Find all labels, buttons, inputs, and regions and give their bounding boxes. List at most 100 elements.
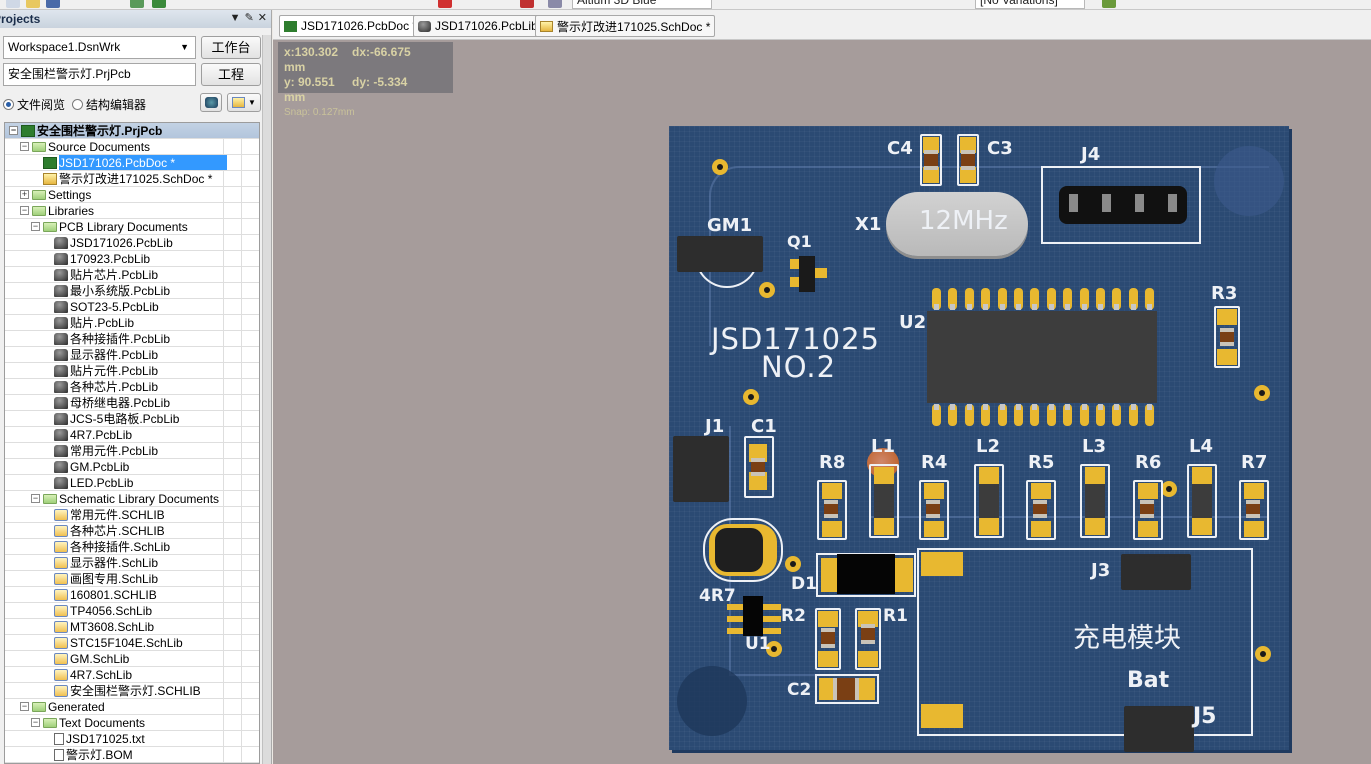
view-config-select[interactable]: Altium 3D Blue	[572, 0, 712, 9]
radio-structure-editor[interactable]: 结构编辑器	[72, 96, 146, 113]
tree-item[interactable]: + Settings	[5, 187, 259, 203]
radio-file-view[interactable]: 文件阅览	[3, 96, 65, 113]
tree-item[interactable]: 母桥继电器.PcbLib	[5, 395, 259, 411]
tab-pcblib[interactable]: JSD171026.PcbLib	[413, 15, 543, 37]
tree-item[interactable]: 常用元件.PcbLib	[5, 443, 259, 459]
tree-item[interactable]: 各种芯片.PcbLib	[5, 379, 259, 395]
transistor-q1[interactable]	[799, 256, 815, 292]
capacitor-c3[interactable]	[957, 134, 979, 186]
tree-item[interactable]: TP4056.SchLib	[5, 603, 259, 619]
workspace-dropdown[interactable]: Workspace1.DsnWrk ▼	[3, 36, 196, 59]
variant-icon[interactable]	[1102, 0, 1116, 8]
led-l1[interactable]	[869, 464, 899, 538]
collapse-icon[interactable]: −	[31, 494, 40, 503]
header-j1[interactable]	[673, 436, 729, 502]
tree-item[interactable]: 贴片芯片.PcbLib	[5, 267, 259, 283]
header-j4[interactable]	[1059, 186, 1187, 224]
tree-item[interactable]: 各种芯片.SCHLIB	[5, 523, 259, 539]
tree-item[interactable]: 最小系统版.PcbLib	[5, 283, 259, 299]
tree-item[interactable]: − 安全围栏警示灯.PrjPcb	[5, 123, 259, 139]
tree-item[interactable]: GM.PcbLib	[5, 459, 259, 475]
tree-item[interactable]: STC15F104E.SchLib	[5, 635, 259, 651]
project-icon[interactable]	[130, 0, 144, 8]
tree-item[interactable]: LED.PcbLib	[5, 475, 259, 491]
resistor-r6[interactable]	[1133, 480, 1163, 540]
tree-item[interactable]: MT3608.SchLib	[5, 619, 259, 635]
variant-select[interactable]: [No Variations]	[975, 0, 1085, 9]
collapse-icon[interactable]: −	[20, 142, 29, 151]
close-icon[interactable]: ✕	[258, 11, 267, 24]
header-gm1[interactable]	[677, 236, 763, 272]
resistor-r5[interactable]	[1026, 480, 1056, 540]
save-icon[interactable]	[46, 0, 60, 8]
inductor-4r7[interactable]	[715, 528, 763, 572]
collapse-icon[interactable]: −	[9, 126, 18, 135]
header-j5[interactable]	[1124, 706, 1194, 752]
document-options-button[interactable]: ▼	[227, 93, 261, 112]
tree-item[interactable]: GM.SchLib	[5, 651, 259, 667]
pcb-canvas[interactable]: x:130.302 dx:-66.675 mm y: 90.551 dy: -5.33…	[273, 40, 1371, 764]
tree-item[interactable]: 贴片元件.PcbLib	[5, 363, 259, 379]
tree-item[interactable]: 警示灯改进171025.SchDoc *	[5, 171, 259, 187]
tree-item[interactable]: 显示器件.PcbLib	[5, 347, 259, 363]
pin-icon[interactable]	[520, 0, 534, 8]
diode-d1[interactable]	[837, 554, 895, 594]
tree-item[interactable]: JSD171026.PcbLib	[5, 235, 259, 251]
tree-item[interactable]: 170923.PcbLib	[5, 251, 259, 267]
capacitor-c4[interactable]	[920, 134, 942, 186]
tree-item[interactable]: − Generated	[5, 699, 259, 715]
tree-item[interactable]: − Source Documents	[5, 139, 259, 155]
tree-item[interactable]: 安全围栏警示灯.SCHLIB	[5, 683, 259, 699]
tree-item[interactable]: − Schematic Library Documents	[5, 491, 259, 507]
tree-item[interactable]: JSD171025.txt	[5, 731, 259, 747]
open-icon[interactable]	[26, 0, 40, 8]
tree-item[interactable]: 各种接插件.PcbLib	[5, 331, 259, 347]
resistor-r3[interactable]	[1214, 306, 1240, 368]
view-config-icon[interactable]	[548, 0, 562, 8]
workspace-button[interactable]: 工作台	[201, 36, 261, 59]
project-options-button[interactable]	[200, 93, 222, 112]
tree-item[interactable]: − PCB Library Documents	[5, 219, 259, 235]
pcb-board[interactable]: C4 C3 12MHz X1 J4 GM1 Q1 U2 R3 JSD171025…	[669, 126, 1289, 752]
tab-pcbdoc[interactable]: JSD171026.PcbDoc *	[279, 15, 423, 37]
tree-item[interactable]: 常用元件.SCHLIB	[5, 507, 259, 523]
tree-item[interactable]: 4R7.SchLib	[5, 667, 259, 683]
project-field[interactable]: 安全围栏警示灯.PrjPcb	[3, 63, 196, 86]
expand-icon[interactable]: +	[20, 190, 29, 199]
led-l3[interactable]	[1080, 464, 1110, 538]
collapse-icon[interactable]: −	[20, 206, 29, 215]
resistor-r1[interactable]	[855, 608, 881, 670]
capacitor-c2[interactable]	[833, 678, 859, 700]
panel-menu-icon[interactable]: ▼	[230, 12, 241, 24]
tab-schdoc[interactable]: 警示灯改进171025.SchDoc *	[535, 15, 716, 37]
tree-item[interactable]: SOT23-5.PcbLib	[5, 299, 259, 315]
tree-item[interactable]: JCS-5电路板.PcbLib	[5, 411, 259, 427]
ic-u2[interactable]	[927, 311, 1157, 403]
tree-item[interactable]: 显示器件.SchLib	[5, 555, 259, 571]
tree-item[interactable]: 贴片.PcbLib	[5, 315, 259, 331]
new-icon[interactable]	[6, 0, 20, 8]
collapse-icon[interactable]: −	[31, 718, 40, 727]
tree-item[interactable]: 160801.SCHLIB	[5, 587, 259, 603]
tree-item[interactable]: − Libraries	[5, 203, 259, 219]
project-button[interactable]: 工程	[201, 63, 261, 86]
clear-icon[interactable]	[438, 0, 452, 8]
resistor-r8[interactable]	[817, 480, 847, 540]
tree-item[interactable]: 警示灯.BOM	[5, 747, 259, 763]
tree-item[interactable]: 4R7.PcbLib	[5, 427, 259, 443]
led-l4[interactable]	[1187, 464, 1217, 538]
tree-item[interactable]: − Text Documents	[5, 715, 259, 731]
tree-item[interactable]: JSD171026.PcbDoc *	[5, 155, 259, 171]
resistor-r2[interactable]	[815, 608, 841, 670]
header-j3[interactable]	[1121, 554, 1191, 590]
resistor-r7[interactable]	[1239, 480, 1269, 540]
panel-scrollbar[interactable]	[262, 35, 271, 764]
resistor-r4[interactable]	[919, 480, 949, 540]
tree-item[interactable]: 画图专用.SchLib	[5, 571, 259, 587]
collapse-icon[interactable]: −	[20, 702, 29, 711]
tree-item[interactable]: 各种接插件.SchLib	[5, 539, 259, 555]
led-l2[interactable]	[974, 464, 1004, 538]
ic-u1[interactable]	[743, 596, 763, 636]
capacitor-c1[interactable]	[744, 436, 774, 498]
collapse-icon[interactable]: −	[31, 222, 40, 231]
